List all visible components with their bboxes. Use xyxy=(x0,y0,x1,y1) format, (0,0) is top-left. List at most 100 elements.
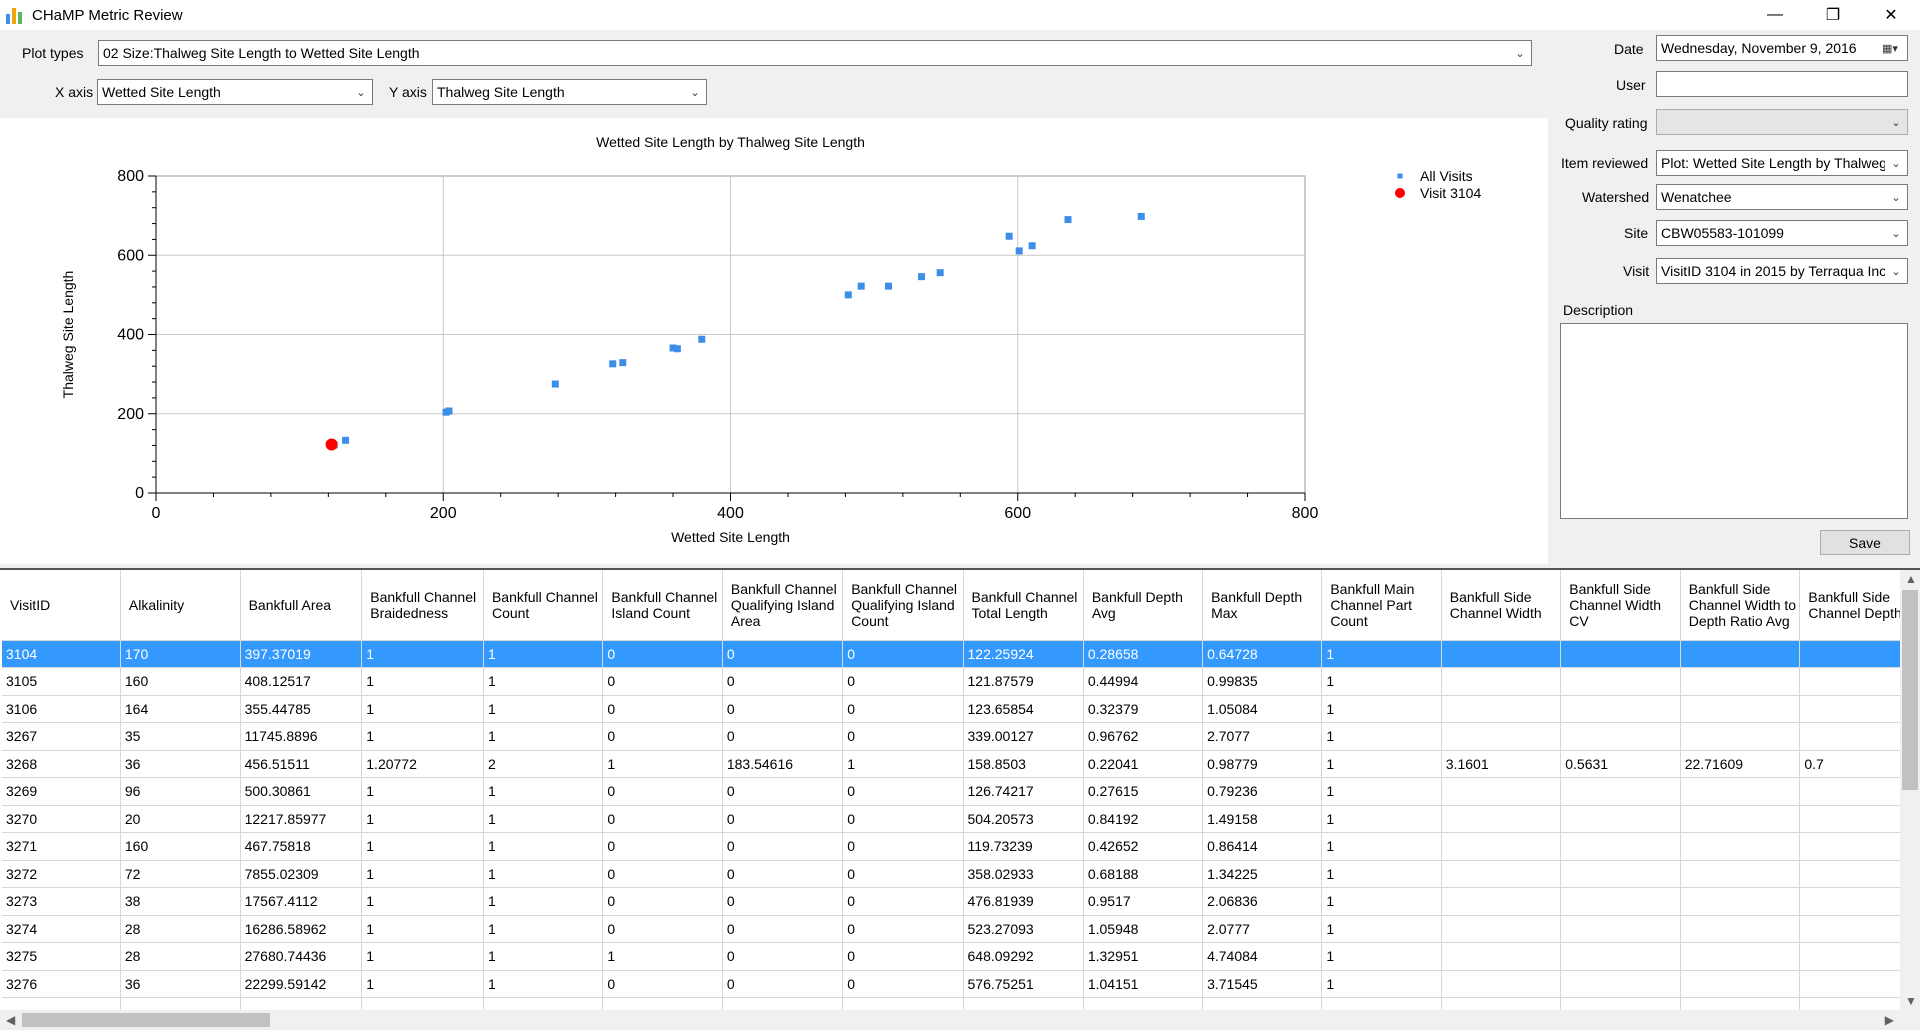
table-cell[interactable]: 3.1601 xyxy=(1441,750,1562,778)
table-cell[interactable]: 2.0777 xyxy=(1202,915,1323,943)
table-row[interactable]: 3274 28 16286.58962 1 1 0 0 0 523.27093 1.05948 2.… xyxy=(2,915,1920,943)
column-header[interactable]: Bankfull Side Channel Width xyxy=(1441,570,1562,641)
table-cell[interactable]: 0 xyxy=(722,915,844,943)
table-cell[interactable]: 0.68188 xyxy=(1083,860,1204,888)
table-cell[interactable]: 0 xyxy=(602,860,723,888)
table-cell[interactable]: 0.79236 xyxy=(1202,777,1323,806)
table-cell[interactable]: 1 xyxy=(483,860,604,888)
column-header[interactable]: Bankfull Side Channel Width to Depth Rat… xyxy=(1680,570,1801,641)
table-cell[interactable]: 456.51511 xyxy=(240,750,363,778)
table-cell[interactable]: 0.9517 xyxy=(1083,887,1204,916)
table-cell[interactable]: 0 xyxy=(842,667,964,696)
column-header[interactable]: Bankfull Channel Qualifying Island Area xyxy=(722,570,844,641)
table-cell[interactable] xyxy=(1680,805,1801,833)
column-header[interactable]: Bankfull Channel Total Length xyxy=(963,570,1084,641)
table-cell[interactable] xyxy=(1441,640,1562,668)
table-cell[interactable]: 35 xyxy=(120,722,241,751)
table-cell[interactable]: 0 xyxy=(722,942,844,971)
table-cell[interactable]: 1 xyxy=(361,970,484,998)
table-cell[interactable]: 121.87579 xyxy=(963,667,1084,696)
table-cell[interactable]: 12217.85977 xyxy=(240,805,363,833)
table-cell[interactable]: 1 xyxy=(1321,942,1442,971)
table-row[interactable]: 3273 38 17567.4112 1 1 0 0 0 476.81939 0.9517 2.06… xyxy=(2,887,1920,916)
table-cell[interactable]: 1 xyxy=(483,667,604,696)
table-cell[interactable]: 1 xyxy=(361,805,484,833)
table-cell[interactable]: 339.00127 xyxy=(963,722,1084,751)
table-cell[interactable] xyxy=(1560,695,1681,723)
table-cell[interactable]: 0 xyxy=(602,970,723,998)
table-cell[interactable]: 0 xyxy=(602,805,723,833)
table-cell[interactable] xyxy=(1560,887,1681,916)
table-cell[interactable] xyxy=(1560,777,1681,806)
table-cell[interactable]: 1.05948 xyxy=(1083,915,1204,943)
table-cell[interactable]: 0.96762 xyxy=(1083,722,1204,751)
table-cell[interactable]: 0 xyxy=(722,970,844,998)
table-row[interactable]: 3275 28 27680.74436 1 1 1 0 0 648.09292 1.32951 4.… xyxy=(2,942,1920,971)
table-cell[interactable]: 11745.8896 xyxy=(240,722,363,751)
table-cell[interactable]: 0 xyxy=(722,832,844,861)
table-cell[interactable]: 1 xyxy=(483,915,604,943)
table-cell[interactable] xyxy=(1441,860,1562,888)
table-cell[interactable]: 1 xyxy=(1321,640,1442,668)
table-cell[interactable]: 0 xyxy=(842,860,964,888)
table-cell[interactable]: 3268 xyxy=(2,750,121,778)
table-cell[interactable] xyxy=(1680,640,1801,668)
table-cell[interactable]: 0 xyxy=(602,832,723,861)
table-cell[interactable]: 467.75818 xyxy=(240,832,363,861)
date-picker[interactable]: Wednesday, November 9, 2016 ▦▾ xyxy=(1656,35,1908,61)
table-cell[interactable] xyxy=(1680,915,1801,943)
table-cell[interactable] xyxy=(1680,860,1801,888)
table-cell[interactable] xyxy=(1560,942,1681,971)
table-cell[interactable]: 523.27093 xyxy=(963,915,1084,943)
table-row[interactable]: 3272 72 7855.02309 1 1 0 0 0 358.02933 0.68188 1.3… xyxy=(2,860,1920,888)
table-cell[interactable]: 183.54616 xyxy=(722,750,844,778)
table-row[interactable]: 3270 20 12217.85977 1 1 0 0 0 504.20573 0.84192 1.… xyxy=(2,805,1920,833)
save-button[interactable]: Save xyxy=(1820,530,1910,555)
table-cell[interactable]: 1.04151 xyxy=(1083,970,1204,998)
table-cell[interactable]: 0 xyxy=(842,832,964,861)
table-cell[interactable]: 164 xyxy=(120,695,241,723)
vertical-scrollbar[interactable]: ▲ ▼ xyxy=(1900,570,1920,1010)
table-cell[interactable]: 1 xyxy=(1321,832,1442,861)
table-cell[interactable]: 38 xyxy=(120,887,241,916)
table-cell[interactable]: 355.44785 xyxy=(240,695,363,723)
column-header[interactable]: VisitID xyxy=(2,570,121,641)
table-cell[interactable]: 576.75251 xyxy=(963,970,1084,998)
table-cell[interactable] xyxy=(1680,722,1801,751)
column-header[interactable]: Bankfull Channel Braidedness xyxy=(361,570,484,641)
table-cell[interactable]: 0.64728 xyxy=(1202,640,1323,668)
table-cell[interactable] xyxy=(1560,832,1681,861)
watershed-dropdown[interactable]: Wenatchee ⌄ xyxy=(1656,184,1908,210)
table-cell[interactable]: 0 xyxy=(722,640,844,668)
table-cell[interactable]: 0 xyxy=(602,915,723,943)
column-header[interactable]: Bankfull Depth Avg xyxy=(1083,570,1204,641)
table-cell[interactable]: 0.5631 xyxy=(1560,750,1681,778)
plot-types-dropdown[interactable]: 02 Size:Thalweg Site Length to Wetted Si… xyxy=(98,40,1532,66)
table-cell[interactable] xyxy=(1680,777,1801,806)
table-cell[interactable]: 0 xyxy=(842,640,964,668)
y-axis-dropdown[interactable]: Thalweg Site Length ⌄ xyxy=(432,79,707,105)
scroll-up-icon[interactable]: ▲ xyxy=(1905,572,1917,586)
table-cell[interactable]: 500.30861 xyxy=(240,777,363,806)
table-cell[interactable]: 3274 xyxy=(2,915,121,943)
table-cell[interactable] xyxy=(1560,805,1681,833)
table-cell[interactable]: 1 xyxy=(1321,970,1442,998)
table-cell[interactable] xyxy=(1680,942,1801,971)
table-cell[interactable]: 0 xyxy=(842,695,964,723)
table-cell[interactable]: 170 xyxy=(120,640,241,668)
table-cell[interactable] xyxy=(1680,832,1801,861)
table-cell[interactable]: 22299.59142 xyxy=(240,970,363,998)
table-cell[interactable] xyxy=(1441,722,1562,751)
column-header[interactable]: Bankfull Channel Qualifying Island Count xyxy=(842,570,964,641)
table-cell[interactable]: 3105 xyxy=(2,667,121,696)
table-cell[interactable]: 1 xyxy=(1321,915,1442,943)
table-cell[interactable]: 0.22041 xyxy=(1083,750,1204,778)
table-cell[interactable] xyxy=(1560,860,1681,888)
calendar-icon[interactable]: ▦▾ xyxy=(1873,36,1907,60)
horizontal-scroll-thumb[interactable] xyxy=(22,1013,270,1027)
scroll-left-icon[interactable]: ◀ xyxy=(6,1013,15,1027)
table-cell[interactable]: 3270 xyxy=(2,805,121,833)
table-cell[interactable]: 36 xyxy=(120,750,241,778)
table-cell[interactable]: 0 xyxy=(842,777,964,806)
minimize-button[interactable]: — xyxy=(1746,0,1804,30)
